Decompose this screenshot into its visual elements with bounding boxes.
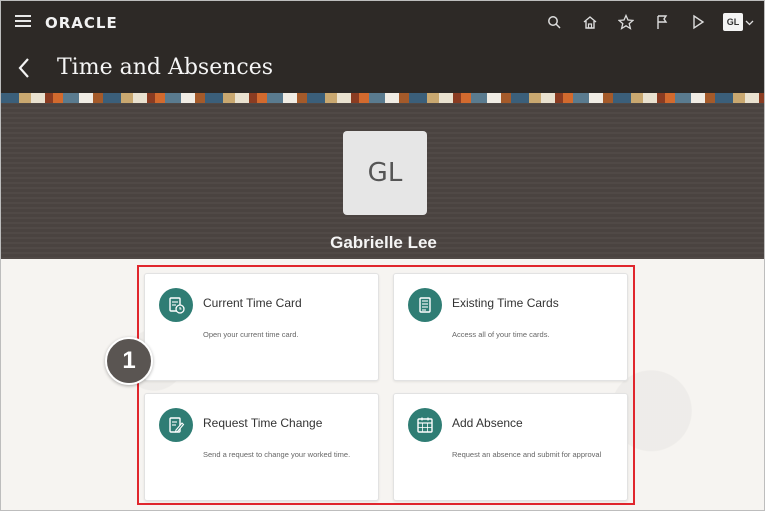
search-icon[interactable] <box>543 11 565 33</box>
global-header: ORACLE GL <box>1 1 764 45</box>
user-menu[interactable]: GL <box>723 13 754 31</box>
oracle-logo[interactable]: ORACLE <box>45 14 118 32</box>
calendar-icon <box>408 408 442 442</box>
app-frame: ORACLE GL Time and Absences GL Gabrielle… <box>0 0 765 511</box>
decorative-banner <box>1 93 764 103</box>
profile-hero: GL Gabrielle Lee <box>1 103 764 259</box>
home-icon[interactable] <box>579 11 601 33</box>
header-icons: GL <box>543 11 754 33</box>
time-card-clock-icon <box>159 288 193 322</box>
menu-icon[interactable] <box>15 15 31 28</box>
tile-title: Request Time Change <box>203 416 323 430</box>
flag-icon[interactable] <box>651 11 673 33</box>
star-icon[interactable] <box>615 11 637 33</box>
play-icon[interactable] <box>687 11 709 33</box>
avatar[interactable]: GL <box>723 13 743 31</box>
page-header: Time and Absences <box>1 45 764 93</box>
time-cards-list-icon <box>408 288 442 322</box>
user-name: Gabrielle Lee <box>330 233 437 252</box>
tile-current-time-card[interactable]: Current Time Card Open your current time… <box>144 273 379 381</box>
tile-description: Access all of your time cards. <box>452 330 550 339</box>
edit-document-icon <box>159 408 193 442</box>
tile-title: Add Absence <box>452 416 523 430</box>
tile-title: Existing Time Cards <box>452 296 559 310</box>
tile-existing-time-cards[interactable]: Existing Time Cards Access all of your t… <box>393 273 628 381</box>
tile-description: Send a request to change your worked tim… <box>203 450 351 459</box>
tile-request-time-change[interactable]: Request Time Change Send a request to ch… <box>144 393 379 501</box>
tile-description: Request an absence and submit for approv… <box>452 450 602 459</box>
tile-title: Current Time Card <box>203 296 302 310</box>
back-button[interactable] <box>17 57 37 81</box>
tile-description: Open your current time card. <box>203 330 299 339</box>
tile-add-absence[interactable]: Add Absence Request an absence and submi… <box>393 393 628 501</box>
chevron-down-icon <box>745 20 754 25</box>
step-callout: 1 <box>105 337 153 385</box>
profile-avatar: GL <box>343 131 427 215</box>
chevron-left-icon <box>18 58 29 78</box>
page-title: Time and Absences <box>57 55 274 80</box>
